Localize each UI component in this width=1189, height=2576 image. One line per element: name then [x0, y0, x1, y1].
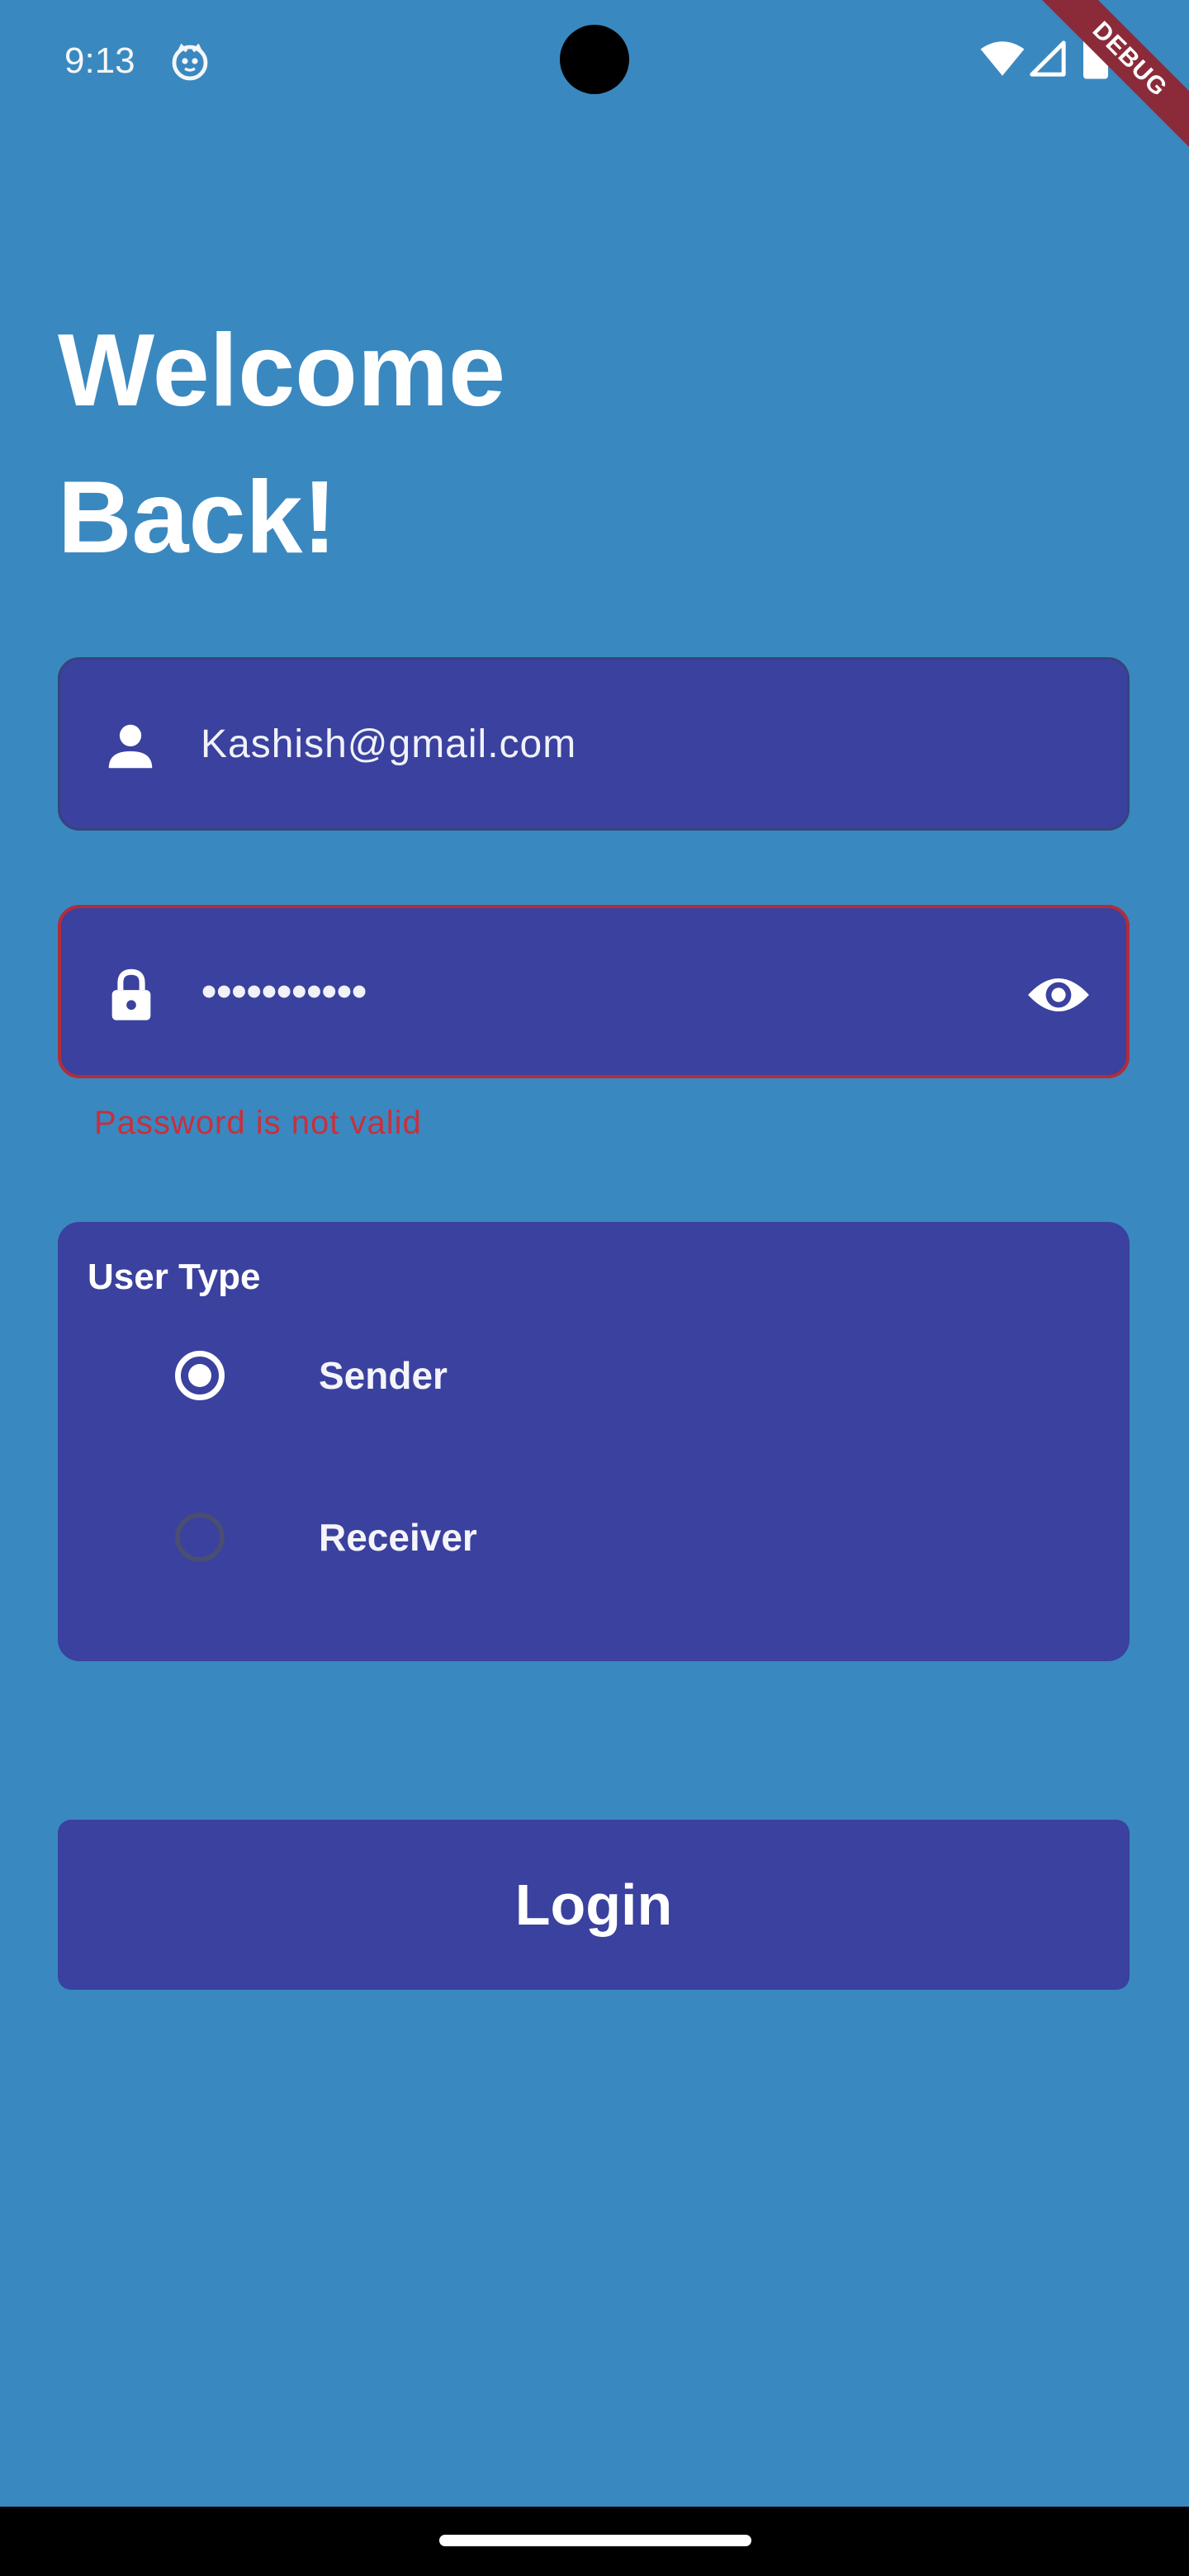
sender-label: Sender	[319, 1354, 448, 1397]
user-type-label: User Type	[88, 1257, 261, 1297]
password-error-text: Password is not valid	[94, 1105, 422, 1141]
eye-icon[interactable]	[1026, 966, 1092, 1024]
page-title: Welcome Back!	[58, 297, 801, 591]
receiver-label: Receiver	[319, 1516, 477, 1559]
radio-option-sender[interactable]: Sender	[58, 1324, 1130, 1423]
title-line-2: Back!	[58, 461, 337, 575]
receiver-radio[interactable]	[175, 1513, 225, 1562]
camera-cutout	[560, 25, 629, 94]
debug-banner-label: DEBUG	[1016, 0, 1189, 173]
login-button[interactable]: Login	[58, 1820, 1130, 1990]
login-button-label: Login	[514, 1873, 673, 1937]
lock-icon	[111, 968, 151, 1020]
status-time: 9:13	[64, 40, 135, 81]
password-value: •••••••••••	[201, 968, 367, 1016]
title-line-1: Welcome	[58, 314, 506, 428]
person-icon	[108, 724, 153, 769]
password-field[interactable]: •••••••••••	[58, 905, 1130, 1078]
debug-banner: DEBUG	[1007, 0, 1189, 182]
radio-option-receiver[interactable]: Receiver	[58, 1486, 1130, 1585]
email-value: Kashish@gmail.com	[201, 722, 577, 766]
home-indicator[interactable]	[439, 2535, 751, 2546]
sender-radio[interactable]	[175, 1351, 225, 1400]
user-type-card: User Type Sender Receiver	[58, 1222, 1130, 1661]
email-field[interactable]: Kashish@gmail.com	[58, 657, 1130, 831]
app-notification-icon	[172, 43, 208, 81]
navigation-bar	[0, 2507, 1189, 2576]
